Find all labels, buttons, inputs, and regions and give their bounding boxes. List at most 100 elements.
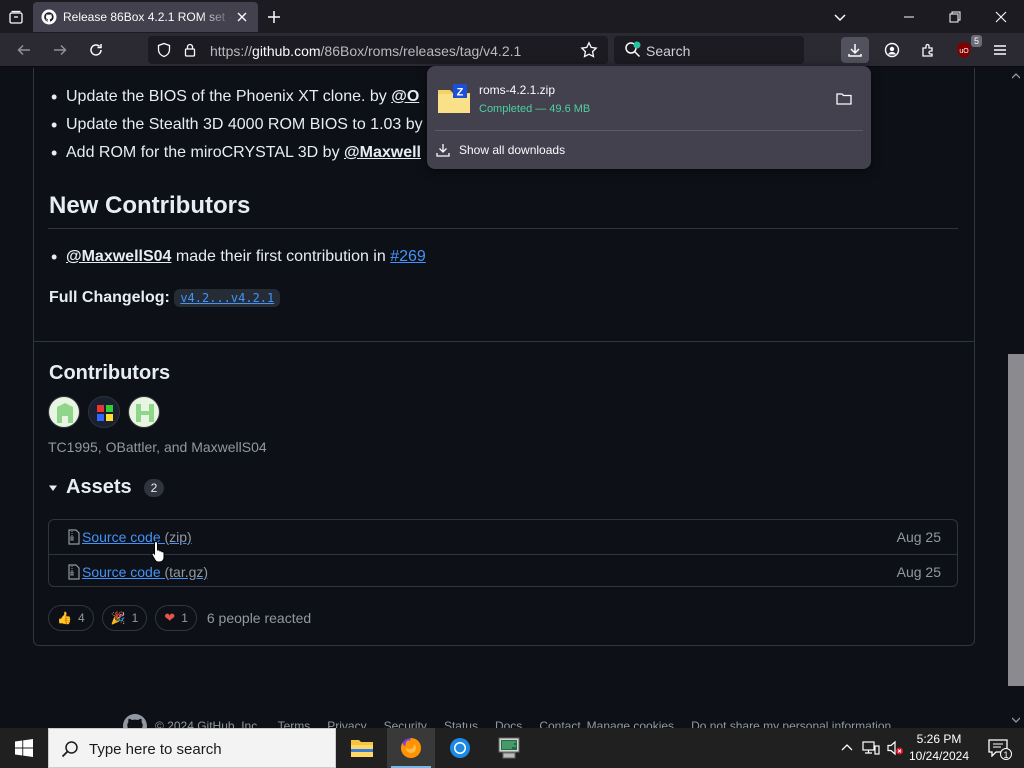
close-tab-icon[interactable] <box>234 9 250 25</box>
download-status: Completed — 49.6 MB <box>479 103 591 115</box>
list-item: Update the Stealth 3D 4000 ROM BIOS to 1… <box>48 115 423 144</box>
url-path: /86Box/roms/releases/tag/v4.2.1 <box>320 43 522 59</box>
address-bar[interactable]: https://github.com/86Box/roms/releases/t… <box>148 36 608 64</box>
divider <box>435 130 863 131</box>
copyright-text: © 2024 GitHub, Inc. <box>155 719 261 728</box>
scroll-down-icon[interactable] <box>1012 716 1020 724</box>
assets-heading: Assets <box>66 476 132 498</box>
footer-link-manage-cookies[interactable]: Manage cookies <box>587 719 674 728</box>
system-clock[interactable]: 5:26 PM 10/24/2024 <box>906 731 972 765</box>
chevron-up-icon[interactable] <box>837 738 857 758</box>
extension-badge: 5 <box>970 35 982 47</box>
asset-list: Source code (zip) Aug 25 Source code (ta… <box>48 519 958 587</box>
clock-time: 5:26 PM <box>916 732 962 746</box>
download-file-name: roms-4.2.1.zip <box>479 83 556 97</box>
tab-bar: Release 86Box 4.2.1 ROM set · 86Box/roms <box>0 0 1024 33</box>
chevron-down-icon[interactable] <box>828 5 852 29</box>
reaction-thumbs-up-button[interactable]: 👍 4 <box>48 605 94 631</box>
user-mention-link[interactable]: @Maxwell <box>344 144 421 161</box>
reaction-hooray-button[interactable]: 🎉 1 <box>101 605 148 631</box>
thumbs-up-icon: 👍 <box>57 611 72 625</box>
pull-request-link[interactable]: #269 <box>390 248 426 265</box>
show-all-downloads-button[interactable]: Show all downloads <box>435 138 565 162</box>
asset-name: Source code <box>82 564 161 580</box>
asset-extension: (tar.gz) <box>160 564 209 580</box>
url-text[interactable]: https://github.com/86Box/roms/releases/t… <box>210 43 521 59</box>
file-zip-icon <box>68 529 80 545</box>
page-scrollbar[interactable] <box>1008 68 1024 728</box>
asset-link[interactable]: Source code (tar.gz) <box>82 564 208 580</box>
restore-icon[interactable] <box>932 0 978 33</box>
extensions-icon[interactable] <box>914 37 942 63</box>
asset-row: Source code (zip) Aug 25 <box>49 520 957 554</box>
list-all-tabs-icon[interactable] <box>4 5 28 29</box>
footer-link-privacy[interactable]: Privacy <box>327 719 366 728</box>
notification-count-badge: 1 <box>1000 748 1012 760</box>
close-window-icon[interactable] <box>978 0 1024 33</box>
account-icon[interactable] <box>878 37 906 63</box>
shield-icon[interactable] <box>156 42 172 63</box>
user-mention-link[interactable]: @MaxwellS04 <box>66 248 171 265</box>
volume-muted-icon[interactable] <box>885 738 905 758</box>
notification-center-icon[interactable]: 1 <box>978 728 1018 768</box>
asset-name: Source code <box>82 529 161 545</box>
compare-link[interactable]: v4.2...v4.2.1 <box>174 289 281 307</box>
divider <box>48 228 958 229</box>
lock-icon[interactable] <box>182 42 198 63</box>
minimize-icon[interactable] <box>886 0 932 33</box>
reload-icon[interactable] <box>82 37 110 63</box>
open-folder-icon[interactable] <box>835 90 853 108</box>
assets-count-badge: 2 <box>143 478 165 497</box>
user-mention-link[interactable]: @O <box>391 88 419 105</box>
hamburger-menu-icon[interactable] <box>986 37 1014 63</box>
search-bar[interactable]: Search <box>614 36 804 64</box>
86box-manager-icon[interactable] <box>485 728 533 768</box>
firefox-icon[interactable] <box>387 728 435 768</box>
footer-link-terms[interactable]: Terms <box>278 719 311 728</box>
footer-link-contact[interactable]: Contact <box>539 719 580 728</box>
url-host: github.com <box>252 43 321 59</box>
footer-link-do-not-share[interactable]: Do not share my personal information <box>691 719 891 728</box>
downloads-panel: Z roms-4.2.1.zip Completed — 49.6 MB Sho… <box>427 66 871 169</box>
windows-start-icon[interactable] <box>0 728 48 768</box>
chrome-icon[interactable] <box>436 728 484 768</box>
list-item-text: Update the BIOS of the Phoenix XT clone.… <box>66 88 392 105</box>
footer: © 2024 GitHub, Inc. Terms Privacy Securi… <box>123 714 908 728</box>
assets-toggle[interactable]: Assets 2 <box>48 476 165 499</box>
taskbar-search-box[interactable]: Type here to search <box>48 728 336 768</box>
reaction-count: 1 <box>131 611 139 625</box>
avatar[interactable] <box>88 396 120 428</box>
footer-link-security[interactable]: Security <box>384 719 427 728</box>
downloads-icon[interactable] <box>841 37 869 63</box>
svg-text:Z: Z <box>457 87 464 99</box>
footer-link-docs[interactable]: Docs <box>495 719 522 728</box>
back-icon[interactable] <box>10 37 38 63</box>
clock-date: 10/24/2024 <box>908 749 970 763</box>
list-item-text: Add ROM for the miroCRYSTAL 3D by <box>66 144 345 161</box>
search-icon <box>61 741 78 758</box>
bookmark-star-icon[interactable] <box>580 41 598 64</box>
divider <box>34 341 974 342</box>
navigation-toolbar: https://github.com/86Box/roms/releases/t… <box>0 33 1024 67</box>
asset-link[interactable]: Source code (zip) <box>82 529 192 545</box>
network-icon[interactable] <box>861 738 881 758</box>
download-item[interactable]: Z roms-4.2.1.zip Completed — 49.6 MB <box>427 66 871 130</box>
file-explorer-icon[interactable] <box>338 728 386 768</box>
scroll-up-icon[interactable] <box>1012 72 1020 80</box>
avatar[interactable] <box>128 396 160 428</box>
footer-link-status[interactable]: Status <box>444 719 478 728</box>
github-logo-icon[interactable] <box>123 714 147 728</box>
reaction-heart-button[interactable]: ❤ 1 <box>155 605 197 631</box>
tab-active[interactable]: Release 86Box 4.2.1 ROM set · 86Box/roms <box>33 2 258 32</box>
new-tab-icon[interactable] <box>262 5 286 29</box>
scrollbar-thumb[interactable] <box>1008 354 1024 686</box>
search-engine-icon[interactable] <box>624 41 642 64</box>
search-placeholder: Search <box>646 43 691 59</box>
download-icon <box>436 144 450 157</box>
list-item-text: Update the Stealth 3D 4000 ROM BIOS to 1… <box>66 116 423 133</box>
avatar[interactable] <box>48 396 80 428</box>
list-item: Add ROM for the miroCRYSTAL 3D by @Maxwe… <box>48 143 423 172</box>
forward-icon[interactable] <box>46 37 74 63</box>
full-changelog: Full Changelog: v4.2...v4.2.1 <box>49 289 281 307</box>
ublock-origin-icon[interactable]: uO 5 <box>950 35 982 63</box>
